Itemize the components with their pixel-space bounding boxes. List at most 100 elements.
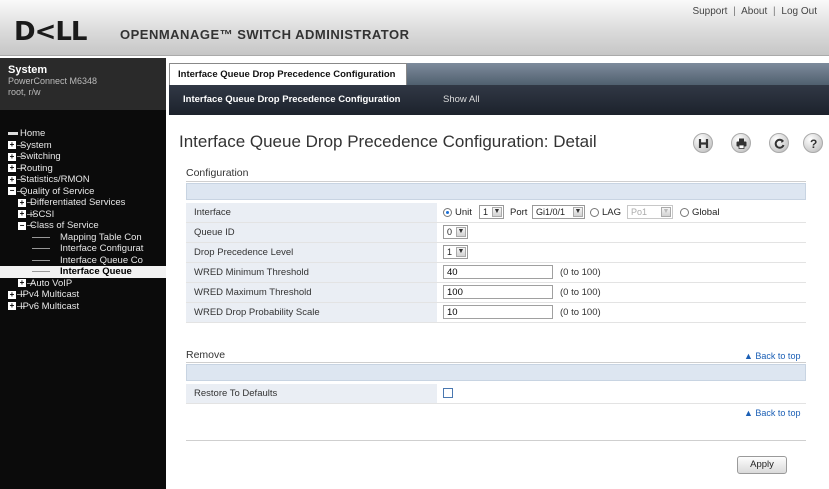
nav-item[interactable]: − Quality of Service [0,186,166,198]
nav-item[interactable]: Mapping Table Con [0,232,166,244]
collapse-icon[interactable]: − [18,221,26,230]
nav-item[interactable]: Interface Queue Co [0,255,166,267]
tree-connector [32,236,50,238]
lag-select-value: Po1 [631,207,648,217]
nav-item[interactable]: Interface Queue [0,266,166,278]
nav-item[interactable]: Home [0,128,166,140]
lag-select[interactable]: Po1 ▼ [627,205,673,219]
chevron-down-icon: ▼ [456,227,466,237]
support-link[interactable]: Support [692,6,727,17]
nav-item[interactable]: + Statistics/RMON [0,174,166,186]
app-title: OPENMANAGE™ SWITCH ADMINISTRATOR [120,27,410,42]
tree-connector [32,271,50,272]
nav-item[interactable]: + IPv6 Multicast [0,301,166,313]
nav-item[interactable]: + IPv4 Multicast [0,289,166,301]
wred-prob-input[interactable] [443,305,553,319]
unit-select[interactable]: 1 ▼ [479,205,504,219]
apply-button[interactable]: Apply [737,456,787,474]
nav-item-label: Quality of Service [20,185,95,197]
nav-item[interactable]: + Differentiated Services [0,197,166,209]
wred-prob-label: WRED Drop Probability Scale [186,303,437,322]
subtab-configuration[interactable]: Interface Queue Drop Precedence Configur… [183,94,401,105]
tab-interface-queue-drop-precedence[interactable]: Interface Queue Drop Precedence Configur… [169,63,407,85]
tree-connector [32,248,50,249]
nav-item-label: Mapping Table Con [60,231,142,243]
table-header-row [186,183,806,200]
table-header-row [186,364,806,381]
nav-item[interactable]: + Switching [0,151,166,163]
system-model: PowerConnect M6348 [8,76,98,86]
expand-icon[interactable]: + [8,290,16,299]
nav-item-label: Switching [20,151,61,162]
home-icon [8,132,18,135]
port-select[interactable]: Gi1/0/1 ▼ [532,205,585,219]
drop-precedence-select[interactable]: 1 ▼ [443,245,468,259]
back-to-top-link[interactable]: ▲ Back to top [744,408,800,418]
nav-item[interactable]: − Class of Service [0,220,166,232]
expand-icon[interactable]: + [8,175,16,184]
queue-id-label: Queue ID [186,223,437,242]
section-divider [186,440,806,441]
unit-radio[interactable] [443,208,452,217]
expand-icon[interactable]: + [8,141,16,149]
nav-item-label: Home [20,128,46,139]
nav-item-label: Differentiated Services [30,197,126,208]
nav-item-label: Interface Configurat [60,243,144,254]
collapse-icon[interactable]: − [8,187,16,195]
logout-link[interactable]: Log Out [781,6,817,17]
print-icon[interactable] [731,133,751,153]
system-user: root, r/w [8,87,41,97]
wred-max-value: (0 to 100) [437,283,806,302]
subtab-show-all[interactable]: Show All [443,94,479,105]
nav-item[interactable]: + System [0,140,166,152]
app-header: D<LL OPENMANAGE™ SWITCH ADMINISTRATOR Su… [0,0,829,56]
expand-icon[interactable]: + [8,164,16,172]
nav-item-label: Routing [20,162,53,174]
restore-defaults-label: Restore To Defaults [186,384,437,403]
global-radio[interactable] [680,208,689,217]
wred-min-row: WRED Minimum Threshold (0 to 100) [186,263,806,283]
wred-min-range: (0 to 100) [560,267,601,278]
expand-icon[interactable]: + [18,210,26,218]
queue-id-row: Queue ID 0 ▼ [186,223,806,243]
lag-radio[interactable] [590,208,599,217]
nav-item-label: Statistics/RMON [20,174,90,185]
nav-item-label: Interface Queue Co [60,254,143,266]
tree-connector [32,259,50,261]
wred-max-range: (0 to 100) [560,287,601,298]
expand-icon[interactable]: + [18,198,26,207]
interface-value: Unit 1 ▼ Port Gi1/0/1 ▼ LAG Po1 ▼ Global [437,203,806,222]
wred-min-input[interactable] [443,265,553,279]
nav-item[interactable]: + Routing [0,163,166,175]
top-links: Support | About | Log Out [692,6,817,17]
back-to-top-link[interactable]: ▲ Back to top [744,351,800,361]
about-link[interactable]: About [741,6,767,17]
wred-prob-value: (0 to 100) [437,303,806,322]
nav-item[interactable]: Interface Configurat [0,243,166,255]
question-icon[interactable]: ? [803,133,823,153]
expand-icon[interactable]: + [8,152,16,161]
system-info[interactable]: System PowerConnect M6348 root, r/w [0,58,166,110]
unit-select-value: 1 [483,207,489,217]
refresh-icon[interactable] [769,133,789,153]
port-select-value: Gi1/0/1 [536,207,566,217]
chevron-down-icon: ▼ [492,207,502,217]
expand-icon[interactable]: + [18,279,26,287]
back-to-top-label: Back to top [755,408,801,418]
chevron-down-icon: ▼ [456,247,466,257]
dell-logo: D<LL [14,17,88,47]
queue-id-select-value: 0 [447,227,453,237]
nav-item-label: IPv4 Multicast [20,289,80,300]
wred-max-input[interactable] [443,285,553,299]
back-to-top-label: Back to top [755,351,801,361]
wred-min-value: (0 to 100) [437,263,806,282]
lag-label: LAG [602,207,622,218]
expand-icon[interactable]: + [8,302,16,310]
queue-id-select[interactable]: 0 ▼ [443,225,468,239]
wred-max-label: WRED Maximum Threshold [186,283,437,302]
nav-item[interactable]: + iSCSI [0,209,166,221]
help-h-icon[interactable] [693,133,713,153]
restore-defaults-checkbox[interactable] [443,388,453,398]
chevron-down-icon: ▼ [573,207,583,217]
nav-item[interactable]: + Auto VoIP [0,278,166,290]
